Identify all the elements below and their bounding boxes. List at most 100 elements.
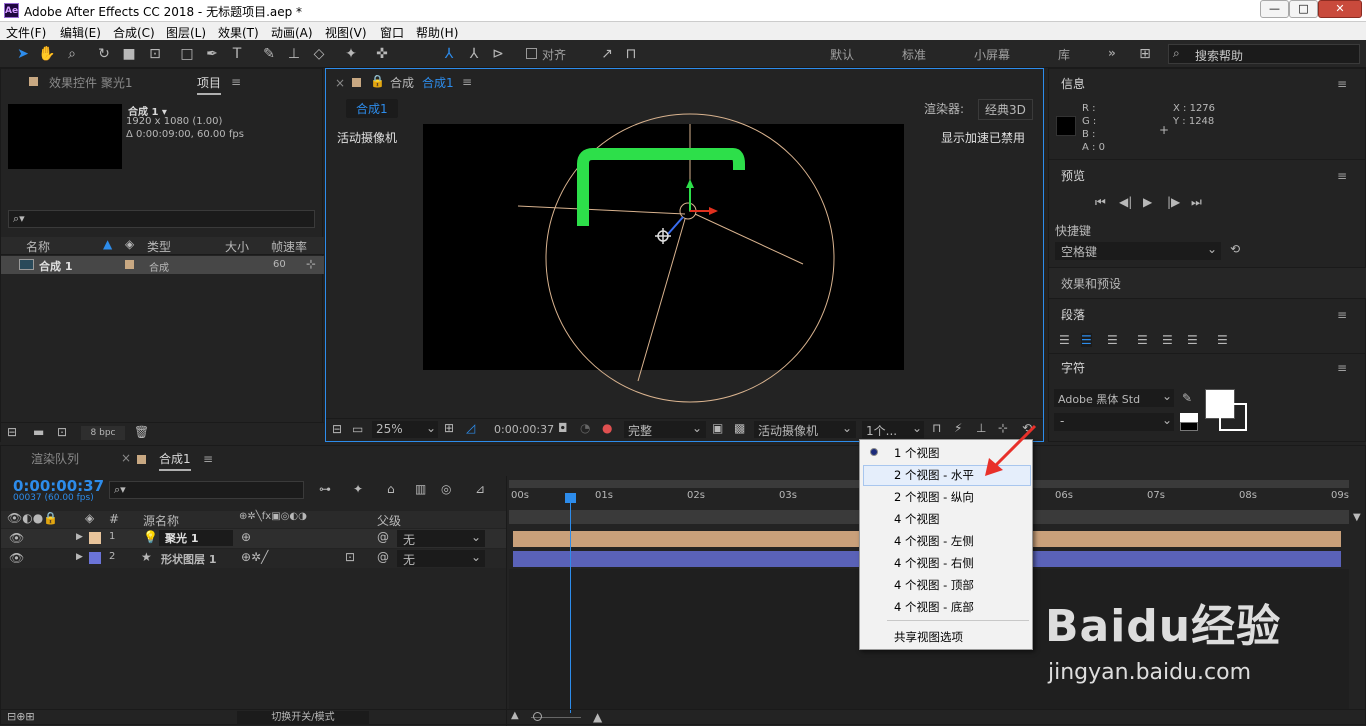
last-frame-icon[interactable]: ⏭ — [1191, 195, 1202, 210]
shy-switch-icon[interactable]: ⊕ — [241, 530, 251, 544]
tab-timeline-comp[interactable]: 合成1 — [159, 450, 191, 471]
menu-animation[interactable]: 动画(A) — [271, 24, 313, 41]
workspace-default[interactable]: 默认 — [830, 46, 854, 63]
zoom-select[interactable]: 25% ⌄ — [372, 421, 438, 438]
pickwhip-icon[interactable]: @ — [377, 550, 389, 564]
preview-menu-icon[interactable]: ≡ — [1337, 169, 1347, 183]
world-axis-icon[interactable]: ⅄ — [465, 45, 483, 63]
workspace-more-button[interactable]: » — [1108, 46, 1116, 60]
comp-menu-icon[interactable]: ≡ — [462, 75, 472, 89]
shortcut-select[interactable]: 空格键 ⌄ — [1055, 242, 1221, 260]
resolution-select[interactable]: 完整 ⌄ — [624, 421, 706, 438]
brush-tool-icon[interactable]: ✎ — [260, 45, 278, 63]
zoom-in-icon[interactable]: ▲ — [593, 710, 602, 724]
show-snapshot-icon[interactable]: ◔ — [580, 421, 590, 435]
view-axis-icon[interactable]: ⊳ — [489, 45, 507, 63]
label-color-swatch[interactable] — [89, 532, 101, 544]
comp-tab-name[interactable]: 合成1 — [422, 74, 454, 91]
trash-icon[interactable]: 🗑 — [134, 425, 149, 439]
composition-mini-flowchart-icon[interactable]: ⊶ — [319, 482, 331, 496]
minimize-button[interactable]: — — [1260, 0, 1289, 18]
character-menu-icon[interactable]: ≡ — [1337, 361, 1347, 375]
motion-blur-icon[interactable]: ◎ — [441, 482, 451, 496]
snapshot-icon[interactable]: ◘ — [558, 421, 568, 435]
interpret-footage-icon[interactable]: ⊟ — [7, 425, 17, 439]
column-name[interactable]: 名称 — [26, 238, 50, 255]
black-swatch[interactable] — [1180, 422, 1198, 431]
zoom-slider-handle[interactable] — [533, 712, 542, 721]
grid-icon[interactable]: ⊞ — [444, 421, 454, 435]
layer-name[interactable]: 聚光 1 — [159, 530, 233, 546]
playhead-handle[interactable] — [565, 493, 576, 503]
layer-search-input[interactable]: ⌕▾ — [109, 481, 304, 499]
snap-options-icon[interactable]: ⊓ — [622, 45, 640, 63]
expand-arrow-icon[interactable]: ▶ — [76, 532, 83, 542]
workspace-standard[interactable]: 标准 — [902, 46, 926, 63]
project-row[interactable]: 合成 1 合成 60 ⊹ — [1, 256, 324, 274]
menu-window[interactable]: 窗口 — [380, 24, 404, 41]
menu-item-4-views-right[interactable]: 4 个视图 - 右侧 — [894, 555, 974, 571]
align-right-icon[interactable]: ☰ — [1107, 333, 1118, 347]
label-color-swatch[interactable] — [125, 260, 134, 269]
layer-row-2[interactable]: 👁 ▶ 2 ★ 形状图层 1 ⊕✲╱ ⊡ @ 无 ⌄ — [1, 549, 506, 568]
view-layout-select[interactable]: 1个... ⌄ — [862, 421, 924, 438]
tab-effect-controls[interactable]: 效果控件 聚光1 — [49, 74, 132, 91]
menu-item-4-views[interactable]: 4 个视图 — [894, 511, 939, 527]
column-size[interactable]: 大小 — [225, 238, 249, 255]
layer-row-1[interactable]: 👁 ▶ 1 💡 聚光 1 ⊕ @ 无 ⌄ — [1, 529, 506, 548]
workspace-small-screen[interactable]: 小屏幕 — [974, 46, 1010, 63]
eraser-tool-icon[interactable]: ◇ — [310, 45, 328, 63]
hide-shy-icon[interactable]: ⌂ — [387, 482, 395, 496]
menu-edit[interactable]: 编辑(E) — [60, 24, 101, 41]
frame-blending-icon[interactable]: ▥ — [415, 482, 426, 496]
timeline-menu-icon[interactable]: ≡ — [203, 452, 213, 466]
menu-item-2-views-horizontal[interactable]: 2 个视图 - 水平 — [894, 467, 974, 483]
roto-tool-icon[interactable]: ✦ — [342, 45, 360, 63]
sync-settings-icon[interactable]: ⊞ — [1136, 45, 1154, 63]
region-of-interest-icon[interactable]: ▣ — [712, 421, 723, 435]
menu-item-1-view[interactable]: 1 个视图 — [894, 445, 939, 461]
close-tab-icon[interactable]: × — [121, 451, 131, 465]
renderer-button[interactable]: 经典3D — [978, 99, 1033, 120]
pen-tool-icon[interactable]: ✒ — [203, 45, 221, 63]
menu-view[interactable]: 视图(V) — [325, 24, 367, 41]
menu-item-4-views-top[interactable]: 4 个视图 - 顶部 — [894, 577, 974, 593]
first-frame-icon[interactable]: ⏮ — [1095, 195, 1106, 210]
bit-depth-button[interactable]: 8 bpc — [81, 426, 125, 440]
lock-icon[interactable]: 🔒 — [370, 74, 385, 88]
rotate-tool-icon[interactable]: ↻ — [95, 45, 113, 63]
play-icon[interactable]: ▶ — [1143, 195, 1152, 209]
help-search-field[interactable]: ⌕ 搜索帮助 — [1168, 44, 1360, 64]
menu-item-4-views-left[interactable]: 4 个视图 - 左侧 — [894, 533, 974, 549]
parent-select[interactable]: 无 ⌄ — [397, 550, 485, 567]
graph-editor-icon[interactable]: ⊿ — [475, 482, 485, 496]
viewer-timecode[interactable]: 0:00:00:37 — [494, 423, 554, 436]
layer-name[interactable]: 形状图层 1 — [161, 551, 216, 567]
close-button[interactable]: ✕ — [1318, 0, 1362, 18]
stamp-tool-icon[interactable]: ⊥ — [285, 45, 303, 63]
column-source-name[interactable]: 源名称 — [143, 512, 179, 529]
paragraph-menu-icon[interactable]: ≡ — [1337, 308, 1347, 322]
loop-icon[interactable]: ⟲ — [1230, 242, 1240, 256]
toggle-panes-icon[interactable]: ⊟⊕⊞ — [7, 710, 35, 723]
close-tab-icon[interactable]: × — [335, 76, 345, 90]
align-left-icon[interactable]: ☰ — [1059, 333, 1070, 347]
hand-tool-icon[interactable]: ✋ — [38, 45, 56, 63]
menu-item-2-views-vertical[interactable]: 2 个视图 - 纵向 — [894, 489, 974, 505]
justify-right-icon[interactable]: ☰ — [1187, 333, 1198, 347]
camera-select[interactable]: 活动摄像机 ⌄ — [754, 421, 856, 438]
project-menu-icon[interactable]: ≡ — [231, 75, 241, 89]
new-comp-icon[interactable]: ⊡ — [57, 425, 67, 439]
workspace-libraries[interactable]: 库 — [1058, 46, 1070, 63]
parent-select[interactable]: 无 ⌄ — [397, 530, 485, 547]
eyedropper-icon[interactable]: ✎ — [1182, 391, 1192, 405]
color-channels-icon[interactable]: ● — [602, 421, 612, 435]
fast-preview-icon[interactable]: ⚡ — [954, 421, 962, 435]
column-type[interactable]: 类型 — [147, 238, 171, 255]
comp-sub-tab[interactable]: 合成1 — [346, 99, 398, 118]
always-preview-icon[interactable]: ⊟ — [332, 422, 342, 436]
column-fps[interactable]: 帧速率 — [271, 238, 307, 255]
local-axis-icon[interactable]: ⅄ — [440, 45, 458, 63]
playhead-line[interactable] — [570, 493, 571, 713]
transparency-grid-icon[interactable]: ▩ — [734, 421, 745, 435]
